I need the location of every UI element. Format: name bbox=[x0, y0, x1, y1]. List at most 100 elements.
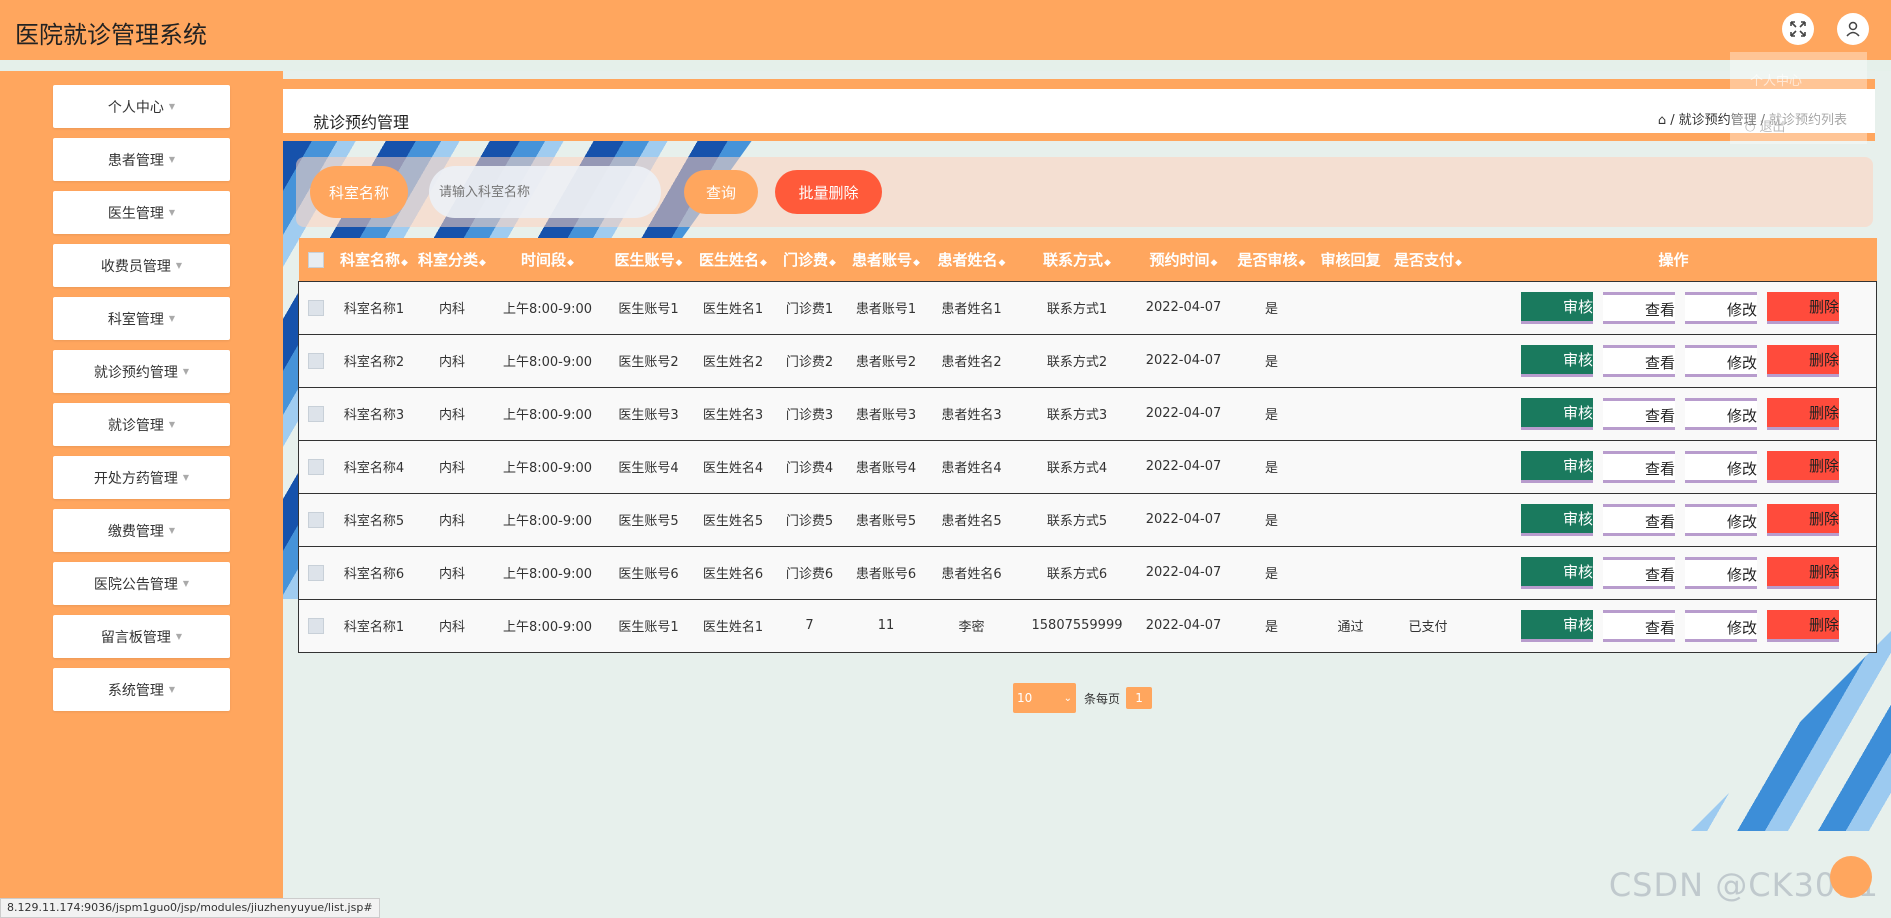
sidebar-item-system[interactable]: 系统管理 ▼ bbox=[53, 668, 230, 711]
batch-delete-button[interactable]: 批量删除 bbox=[775, 170, 882, 214]
column-header[interactable]: 门诊费◆ bbox=[776, 238, 844, 281]
row-checkbox[interactable] bbox=[299, 493, 333, 546]
table-cell: 通过 bbox=[1337, 620, 1364, 635]
table-cell: 联系方式1 bbox=[1046, 302, 1108, 317]
view-button[interactable]: 查看 bbox=[1603, 344, 1675, 377]
menu-item-logout[interactable]: ⏻ 退出 bbox=[1745, 116, 1785, 135]
column-header[interactable]: 科室分类◆ bbox=[416, 238, 489, 281]
view-button[interactable]: 查看 bbox=[1603, 503, 1675, 536]
home-icon[interactable]: ⌂ bbox=[1658, 113, 1666, 128]
sidebar-item-payment[interactable]: 缴费管理 ▼ bbox=[53, 509, 230, 552]
delete-button[interactable]: 删除 bbox=[1767, 291, 1839, 324]
table-cell: 2022-04-07 bbox=[1145, 459, 1222, 474]
edit-button[interactable]: 修改 bbox=[1685, 609, 1757, 642]
table-cell: 内科 bbox=[438, 461, 465, 476]
view-button[interactable]: 查看 bbox=[1603, 609, 1675, 642]
view-button[interactable]: 查看 bbox=[1603, 450, 1675, 483]
edit-button[interactable]: 修改 bbox=[1685, 344, 1757, 377]
row-checkbox[interactable] bbox=[299, 440, 333, 493]
edit-button[interactable]: 修改 bbox=[1685, 450, 1757, 483]
table-cell: 上午8:00-9:00 bbox=[502, 620, 593, 635]
chevron-down-icon: ⌄ bbox=[1063, 692, 1072, 704]
view-button[interactable]: 查看 bbox=[1603, 397, 1675, 430]
per-page-label: 条每页 bbox=[1084, 691, 1121, 706]
fullscreen-icon[interactable] bbox=[1782, 13, 1814, 45]
search-label: 科室名称 bbox=[310, 166, 408, 218]
column-header[interactable]: 预约时间◆ bbox=[1140, 238, 1228, 281]
table-cell bbox=[1386, 281, 1471, 334]
table-cell: 联系方式6 bbox=[1046, 567, 1108, 582]
table-cell: 联系方式4 bbox=[1046, 461, 1108, 476]
sidebar-item-notice[interactable]: 医院公告管理 ▼ bbox=[53, 562, 230, 605]
user-icon[interactable] bbox=[1837, 13, 1869, 45]
audit-button[interactable]: 审核 bbox=[1521, 344, 1593, 377]
row-checkbox[interactable] bbox=[299, 334, 333, 387]
row-checkbox[interactable] bbox=[299, 387, 333, 440]
audit-button[interactable]: 审核 bbox=[1521, 450, 1593, 483]
table-cell: 患者账号3 bbox=[855, 408, 917, 423]
table-row: 科室名称4 内科 上午8:00-9:00 医生账号4 医生姓名4 门诊费4 患者账号4 患者姓… bbox=[298, 440, 1877, 493]
sort-icon: ◆ bbox=[1210, 257, 1218, 268]
edit-button[interactable]: 修改 bbox=[1685, 503, 1757, 536]
page-number[interactable]: 1 bbox=[1126, 687, 1153, 709]
table-cell: 患者账号1 bbox=[855, 302, 917, 317]
column-header[interactable]: 联系方式◆ bbox=[1015, 238, 1140, 281]
column-header[interactable]: 医生账号◆ bbox=[607, 238, 691, 281]
sidebar-item-personal-center[interactable]: 个人中心 ▼ bbox=[53, 85, 230, 128]
department-name-input[interactable] bbox=[429, 166, 661, 218]
table-cell: 联系方式2 bbox=[1046, 355, 1108, 370]
select-all-checkbox[interactable] bbox=[299, 238, 333, 281]
status-url: 8.129.11.174:9036/jspm1guo0/jsp/modules/… bbox=[0, 898, 380, 918]
delete-button[interactable]: 删除 bbox=[1767, 609, 1839, 642]
column-header[interactable]: 是否支付◆ bbox=[1386, 238, 1471, 281]
column-header[interactable]: 时间段◆ bbox=[489, 238, 607, 281]
table-cell bbox=[1316, 440, 1386, 493]
table-cell: 是 bbox=[1264, 461, 1278, 476]
row-checkbox[interactable] bbox=[299, 546, 333, 599]
query-button[interactable]: 查询 bbox=[684, 170, 758, 214]
column-header[interactable]: 医生姓名◆ bbox=[691, 238, 776, 281]
column-header[interactable]: 患者账号◆ bbox=[844, 238, 929, 281]
row-checkbox[interactable] bbox=[299, 599, 333, 652]
edit-button[interactable]: 修改 bbox=[1685, 291, 1757, 324]
table-cell: 医生姓名6 bbox=[702, 567, 764, 582]
table-cell: 医生姓名4 bbox=[702, 461, 764, 476]
edit-button[interactable]: 修改 bbox=[1685, 397, 1757, 430]
menu-item-personal-center[interactable]: 个人中心 bbox=[1750, 70, 1802, 89]
delete-button[interactable]: 删除 bbox=[1767, 556, 1839, 589]
sidebar-item-department[interactable]: 科室管理 ▼ bbox=[53, 297, 230, 340]
table-cell: 是 bbox=[1264, 514, 1278, 529]
delete-button[interactable]: 删除 bbox=[1767, 503, 1839, 536]
table-cell bbox=[1386, 440, 1471, 493]
audit-button[interactable]: 审核 bbox=[1521, 397, 1593, 430]
sidebar-item-prescription[interactable]: 开处方药管理 ▼ bbox=[53, 456, 230, 499]
column-header[interactable]: 是否审核◆ bbox=[1228, 238, 1316, 281]
delete-button[interactable]: 删除 bbox=[1767, 397, 1839, 430]
sort-icon: ◆ bbox=[479, 257, 486, 268]
delete-button[interactable]: 删除 bbox=[1767, 450, 1839, 483]
sidebar-item-patient[interactable]: 患者管理 ▼ bbox=[53, 138, 230, 181]
page-size-select[interactable]: 10 ⌄ bbox=[1013, 683, 1076, 713]
audit-button[interactable]: 审核 bbox=[1521, 556, 1593, 589]
edit-button[interactable]: 修改 bbox=[1685, 556, 1757, 589]
column-header[interactable]: 科室名称◆ bbox=[333, 238, 416, 281]
table-cell: 2022-04-07 bbox=[1145, 406, 1222, 421]
sidebar-item-cashier[interactable]: 收费员管理 ▼ bbox=[53, 244, 230, 287]
table-cell: 是 bbox=[1264, 408, 1278, 423]
back-to-top-button[interactable] bbox=[1830, 856, 1872, 898]
audit-button[interactable]: 审核 bbox=[1521, 503, 1593, 536]
caret-down-icon: ▼ bbox=[168, 208, 176, 217]
sidebar-item-visit[interactable]: 就诊管理 ▼ bbox=[53, 403, 230, 446]
view-button[interactable]: 查看 bbox=[1603, 556, 1675, 589]
audit-button[interactable]: 审核 bbox=[1521, 609, 1593, 642]
delete-button[interactable]: 删除 bbox=[1767, 344, 1839, 377]
sidebar-item-message-board[interactable]: 留言板管理 ▼ bbox=[53, 615, 230, 658]
column-header[interactable]: 患者姓名◆ bbox=[929, 238, 1015, 281]
view-button[interactable]: 查看 bbox=[1603, 291, 1675, 324]
audit-button[interactable]: 审核 bbox=[1521, 291, 1593, 324]
row-checkbox[interactable] bbox=[299, 281, 333, 334]
row-actions: 审核 查看 修改 删除 bbox=[1471, 546, 1877, 599]
table-cell: 是 bbox=[1264, 620, 1278, 635]
sidebar-item-appointment[interactable]: 就诊预约管理 ▼ bbox=[53, 350, 230, 393]
sidebar-item-doctor[interactable]: 医生管理 ▼ bbox=[53, 191, 230, 234]
